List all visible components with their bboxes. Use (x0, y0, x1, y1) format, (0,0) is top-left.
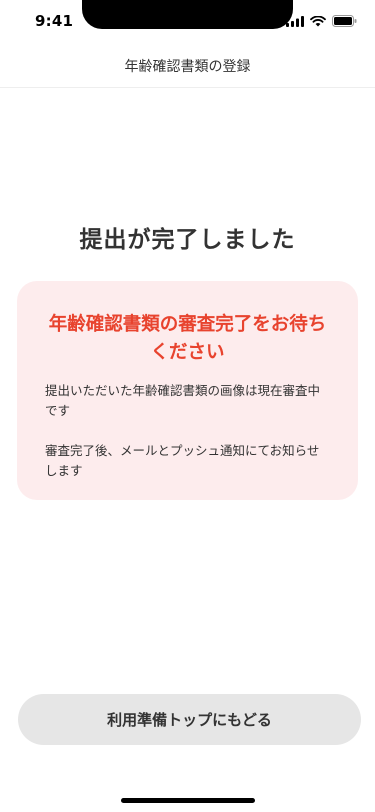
nav-title: 年齢確認書類の登録 (124, 58, 251, 75)
status-icons (286, 15, 357, 27)
wifi-icon (310, 15, 326, 26)
notice-card: 年齢確認書類の審査完了をお待ちください 提出いただいた年齢確認書類の画像は現在審… (17, 281, 358, 500)
signal-icon (286, 15, 304, 27)
notice-text-notification: 審査完了後、メールとプッシュ通知にてお知らせします (45, 443, 320, 478)
home-indicator[interactable] (121, 798, 255, 803)
notice-heading: 年齢確認書類の審査完了をお待ちください (48, 314, 327, 363)
device-notch (82, 0, 293, 29)
notice-body: 提出いただいた年齢確認書類の画像は現在審査中です 審査完了後、メールとプッシュ通… (45, 381, 330, 481)
back-to-top-button[interactable]: 利用準備トップにもどる (18, 694, 361, 745)
battery-icon (332, 15, 357, 27)
status-bar: 9:41 (0, 0, 375, 44)
page-title: 提出が完了しました (79, 227, 296, 253)
nav-bar: 年齢確認書類の登録 (0, 44, 375, 88)
notice-text-review-status: 提出いただいた年齢確認書類の画像は現在審査中です (45, 383, 321, 418)
status-time: 9:41 (35, 12, 74, 30)
